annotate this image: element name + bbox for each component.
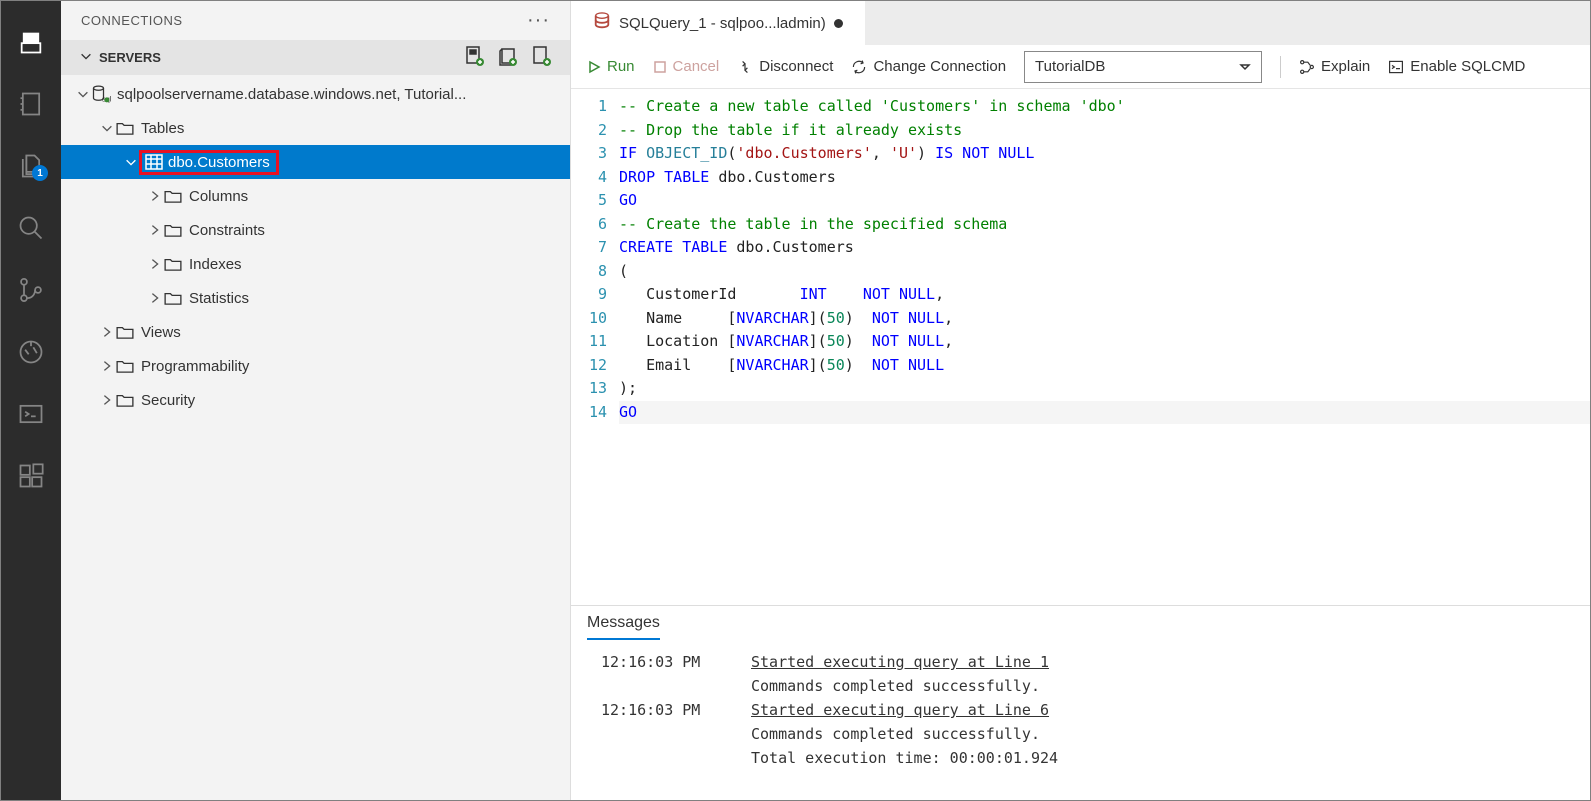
server-node[interactable]: sql sqlpoolservername.database.windows.n…: [61, 77, 570, 111]
folder-icon: [163, 257, 183, 271]
query-toolbar: Run Cancel Disconnect Change Connection …: [571, 45, 1590, 89]
dirty-indicator-icon: [834, 19, 843, 28]
folder-icon: [163, 189, 183, 203]
separator: [1280, 56, 1281, 78]
editor-area: SQLQuery_1 - sqlpoo...ladmin) Run Cancel…: [571, 1, 1590, 800]
activity-extensions-icon[interactable]: [10, 455, 52, 497]
folder-icon: [115, 121, 135, 135]
statistics-node[interactable]: Statistics: [61, 281, 570, 315]
panel-more-icon[interactable]: ···: [527, 9, 550, 32]
cancel-label: Cancel: [673, 58, 720, 75]
chevron-down-icon: [79, 49, 93, 66]
security-node[interactable]: Security: [61, 383, 570, 417]
database-file-icon: [593, 12, 611, 34]
new-connection-icon[interactable]: [455, 55, 485, 70]
folder-icon: [163, 223, 183, 237]
code-content[interactable]: -- Create a new table called 'Customers'…: [619, 89, 1590, 605]
views-node[interactable]: Views: [61, 315, 570, 349]
servers-actions: [455, 45, 552, 70]
tables-label: Tables: [141, 120, 184, 137]
new-query-icon[interactable]: [522, 55, 552, 70]
folder-icon: [115, 325, 135, 339]
indexes-label: Indexes: [189, 256, 242, 273]
explain-button[interactable]: Explain: [1299, 58, 1370, 75]
activity-machine-learning-icon[interactable]: [10, 331, 52, 373]
columns-node[interactable]: Columns: [61, 179, 570, 213]
msg-time: 12:16:03 PM: [601, 650, 751, 674]
highlighted-table: dbo.Customers: [139, 150, 279, 175]
constraints-node[interactable]: Constraints: [61, 213, 570, 247]
msg-line[interactable]: Started executing query at Line 1: [751, 653, 1049, 671]
folder-icon: [115, 359, 135, 373]
activity-search-icon[interactable]: [10, 207, 52, 249]
new-group-icon[interactable]: [488, 55, 518, 70]
programmability-label: Programmability: [141, 358, 249, 375]
tab-label: SQLQuery_1 - sqlpoo...ladmin): [619, 15, 826, 32]
run-label: Run: [607, 58, 635, 75]
line-gutter: 1234567891011121314: [571, 89, 619, 605]
msg-line[interactable]: Started executing query at Line 6: [751, 701, 1049, 719]
panel-title-text: CONNECTIONS: [81, 13, 183, 28]
activity-source-control-icon[interactable]: [10, 269, 52, 311]
change-connection-button[interactable]: Change Connection: [851, 58, 1006, 75]
programmability-node[interactable]: Programmability: [61, 349, 570, 383]
tab-bar: SQLQuery_1 - sqlpoo...ladmin): [571, 1, 1590, 45]
constraints-label: Constraints: [189, 222, 265, 239]
change-connection-label: Change Connection: [873, 58, 1006, 75]
activity-connections-icon[interactable]: [10, 21, 52, 63]
panel-title: CONNECTIONS ···: [61, 1, 570, 40]
editor-tab[interactable]: SQLQuery_1 - sqlpoo...ladmin): [571, 1, 865, 45]
messages-tab[interactable]: Messages: [587, 614, 660, 640]
explain-label: Explain: [1321, 58, 1370, 75]
activity-explorer-icon[interactable]: 1: [10, 145, 52, 187]
sqlcmd-label: Enable SQLCMD: [1410, 58, 1525, 75]
table-label: dbo.Customers: [168, 154, 270, 171]
servers-tree: sql sqlpoolservername.database.windows.n…: [61, 75, 570, 800]
server-icon: sql: [91, 83, 111, 105]
enable-sqlcmd-button[interactable]: Enable SQLCMD: [1388, 58, 1525, 75]
messages-tabs: Messages: [571, 606, 1590, 640]
msg-line: Commands completed successfully.: [751, 722, 1560, 746]
cancel-button[interactable]: Cancel: [653, 58, 720, 75]
explorer-badge: 1: [32, 165, 48, 181]
indexes-node[interactable]: Indexes: [61, 247, 570, 281]
database-value: TutorialDB: [1035, 58, 1105, 75]
activity-notebooks-icon[interactable]: [10, 83, 52, 125]
server-label: sqlpoolservername.database.windows.net, …: [117, 86, 466, 103]
msg-line: Commands completed successfully.: [751, 674, 1560, 698]
disconnect-label: Disconnect: [759, 58, 833, 75]
tables-node[interactable]: Tables: [61, 111, 570, 145]
msg-line: Total execution time: 00:00:01.924: [751, 746, 1560, 770]
columns-label: Columns: [189, 188, 248, 205]
folder-icon: [115, 393, 135, 407]
servers-section-header[interactable]: SERVERS: [61, 40, 570, 75]
folder-icon: [163, 291, 183, 305]
activity-terminal-icon[interactable]: [10, 393, 52, 435]
code-editor[interactable]: 1234567891011121314 -- Create a new tabl…: [571, 89, 1590, 605]
database-select[interactable]: TutorialDB: [1024, 51, 1262, 83]
connections-sidebar: CONNECTIONS ··· SERVERS sql sqlpoolserve…: [61, 1, 571, 800]
run-button[interactable]: Run: [587, 58, 635, 75]
statistics-label: Statistics: [189, 290, 249, 307]
table-icon: [144, 154, 164, 170]
activity-bar: 1: [1, 1, 61, 800]
servers-title: SERVERS: [99, 50, 455, 65]
dbo-customers-node[interactable]: dbo.Customers: [61, 145, 570, 179]
msg-time: 12:16:03 PM: [601, 698, 751, 722]
security-label: Security: [141, 392, 195, 409]
messages-body: 12:16:03 PM Started executing query at L…: [571, 640, 1590, 800]
disconnect-button[interactable]: Disconnect: [737, 58, 833, 75]
messages-panel: Messages 12:16:03 PM Started executing q…: [571, 605, 1590, 800]
views-label: Views: [141, 324, 181, 341]
